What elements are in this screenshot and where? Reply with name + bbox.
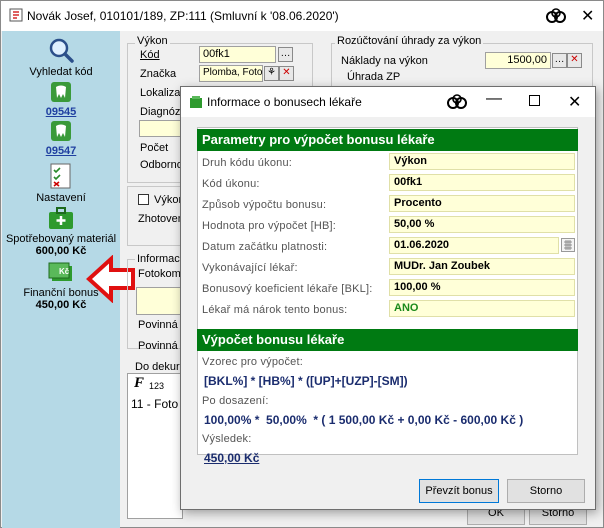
- row-label-lekar: Vykonávající lékař:: [202, 262, 298, 274]
- znacka-label: Značka: [140, 68, 177, 80]
- row-label-narok: Lékař má nárok tento bonus:: [202, 304, 348, 316]
- kod-field[interactable]: 00fk1: [199, 46, 276, 63]
- row-value-druh: Výkon: [389, 153, 575, 170]
- dosazeni-label: Po dosazení:: [202, 395, 269, 407]
- window-title: Novák Josef, 010101/189, ZP:111 (Smluvní…: [27, 9, 339, 23]
- vykon-checkbox[interactable]: [138, 194, 149, 205]
- row-value-narok: ANO: [389, 300, 575, 317]
- money-icon: Kč: [48, 262, 74, 287]
- vykon-group-label: Výkon: [135, 35, 170, 47]
- znacka-field[interactable]: Plomba, Fotok: [199, 65, 263, 82]
- diagnoza-field[interactable]: [139, 120, 183, 137]
- code-1-label[interactable]: 09545: [2, 106, 120, 118]
- dekurs-text: 11 - Foto: [131, 397, 179, 411]
- row-label-kod: Kód úkonu:: [202, 178, 260, 190]
- material-label: Spotřebovaný materiál: [5, 233, 117, 245]
- code-item-2[interactable]: 09547: [2, 120, 120, 157]
- maximize-icon[interactable]: [529, 95, 540, 106]
- search-code-label: Vyhledat kód: [29, 66, 93, 78]
- main-title-bar: Novák Josef, 010101/189, ZP:111 (Smluvní…: [1, 1, 603, 31]
- settings-label: Nastavení: [36, 192, 86, 204]
- rozuctovani-label: Rozúčtování úhrady za výkon: [335, 35, 484, 47]
- kod-browse-button[interactable]: …: [278, 47, 293, 62]
- row-value-hodnota: 50,00 %: [389, 216, 575, 233]
- bonus-info-dialog: Informace o bonusech lékaře — ✕ Parametr…: [180, 86, 596, 510]
- row-value-bkl: 100,00 %: [389, 279, 575, 296]
- checklist-icon: [49, 163, 73, 192]
- uhrada-label: Úhrada ZP: [347, 71, 401, 83]
- row-value-datum: 01.06.2020: [389, 237, 559, 254]
- dialog-title-bar: Informace o bonusech lékaře — ✕: [181, 87, 595, 117]
- naklady-clear-button[interactable]: ✕: [567, 53, 582, 68]
- row-label-bkl: Bonusový koeficient lékaře [BKL]:: [202, 283, 373, 295]
- tooth-icon: [50, 121, 72, 145]
- vzorec-formula: [BKL%] * [HB%] * ([UP]+[UZP]-[SM]): [204, 374, 408, 388]
- naklady-label: Náklady na výkon: [341, 55, 428, 67]
- material-item[interactable]: Spotřebovaný materiál 600,00 Kč: [2, 206, 120, 257]
- dialog-rings-icon: [446, 94, 468, 113]
- settings-item[interactable]: Nastavení: [2, 163, 120, 204]
- row-value-lekar: MUDr. Jan Zoubek: [389, 258, 575, 275]
- row-label-datum: Datum začátku platnosti:: [202, 241, 328, 253]
- dialog-close-icon[interactable]: ✕: [568, 92, 581, 112]
- rings-icon: [545, 8, 567, 27]
- kod-label: Kód: [140, 49, 160, 61]
- dialog-app-icon: [189, 95, 203, 112]
- dialog-storno-button[interactable]: Storno: [507, 479, 585, 503]
- search-code-item[interactable]: Vyhledat kód: [2, 37, 120, 78]
- dosazeni-formula: 100,00% * 50,00% * ( 1 500,00 Kč + 0,00 …: [204, 413, 524, 427]
- app-icon: [9, 8, 23, 25]
- dialog-title: Informace o bonusech lékaře: [207, 95, 362, 109]
- section-calc-header: Výpočet bonusu lékaře: [197, 329, 578, 351]
- dekurs-editor[interactable]: [127, 373, 183, 519]
- row-label-druh: Druh kódu úkonu:: [202, 157, 293, 169]
- row-label-hodnota: Hodnota pro výpočet [HB]:: [202, 220, 337, 232]
- tooth-icon: [50, 82, 72, 106]
- calendar-icon[interactable]: [561, 238, 575, 252]
- row-label-zpusob: Způsob výpočtu bonusu:: [202, 199, 327, 211]
- vysledek-value: 450,00 Kč: [204, 451, 260, 465]
- magnifier-icon: [48, 38, 74, 66]
- format-size-button[interactable]: 123: [149, 381, 164, 391]
- pocet-label: Počet: [140, 142, 169, 154]
- section-params-header: Parametry pro výpočet bonusu lékaře: [197, 129, 578, 151]
- format-font-button[interactable]: F: [134, 375, 144, 392]
- minimize-icon[interactable]: —: [486, 90, 502, 108]
- row-value-kod: 00fk1: [389, 174, 575, 191]
- znacka-clear-button[interactable]: ✕: [279, 66, 294, 81]
- close-icon[interactable]: ✕: [581, 6, 594, 26]
- naklady-field[interactable]: 1500,00: [485, 52, 551, 69]
- code-item-1[interactable]: 09545: [2, 81, 120, 118]
- informace-field[interactable]: [136, 287, 186, 315]
- first-aid-kit-icon: [48, 207, 74, 233]
- znacka-tree-button[interactable]: ⚘: [264, 66, 279, 81]
- code-2-label[interactable]: 09547: [2, 145, 120, 157]
- prevzit-bonus-button[interactable]: Převzít bonus: [419, 479, 499, 503]
- vysledek-label: Výsledek:: [202, 433, 252, 445]
- vzorec-label: Vzorec pro výpočet:: [202, 356, 304, 368]
- row-value-zpusob: Procento: [389, 195, 575, 212]
- svg-text:Kč: Kč: [59, 267, 70, 276]
- naklady-browse-button[interactable]: …: [552, 53, 567, 68]
